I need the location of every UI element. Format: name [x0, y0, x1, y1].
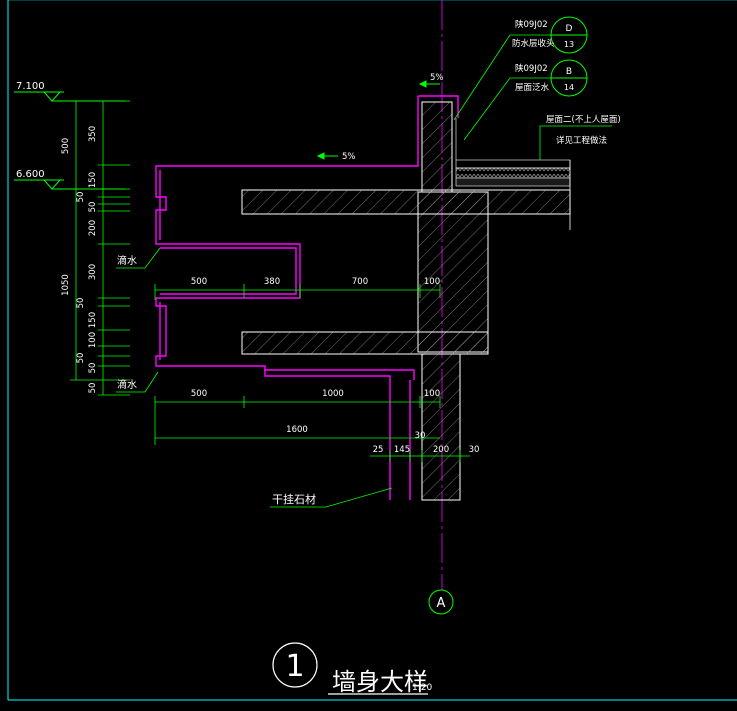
dim-b-30b: 30: [469, 445, 480, 455]
dim-b-30a: 30: [415, 431, 426, 441]
stone-label: 干挂石材: [272, 492, 316, 506]
callout-1-bottom: 13: [564, 40, 574, 49]
dim-overall-1600: 1600: [286, 425, 308, 435]
finish-outline: [155, 95, 459, 500]
title-number: 1: [285, 649, 304, 684]
dim-50c: 50: [76, 298, 86, 309]
slope-label-lower: 5%: [342, 152, 356, 162]
left-dimension-lines: [70, 100, 130, 396]
dim-50e: 50: [88, 363, 98, 374]
wall-detail-drawing: A 7.100 6.600 500 350 150 50 50 200 1050…: [7, 0, 737, 701]
dim-200: 200: [88, 220, 98, 236]
slope-label-upper: 5%: [430, 73, 444, 83]
axis-label: A: [437, 596, 446, 611]
dim-l-100: 100: [424, 389, 440, 399]
callout-1-text2: 防水层收头: [512, 38, 555, 49]
callout-2-bottom: 14: [564, 83, 574, 92]
dim-50f: 50: [88, 383, 98, 394]
bottom-cantilever-slab: [241, 331, 489, 355]
left-dimension-texts: 500 350 150 50 50 200 1050 300 50 150 10…: [61, 126, 98, 394]
dim-500: 500: [61, 138, 71, 154]
dim-h-380: 380: [264, 277, 280, 287]
dim-h-700: 700: [352, 277, 368, 287]
dim-l-1000: 1000: [322, 389, 344, 399]
dim-150b: 150: [88, 312, 98, 328]
callout-2-text1: 陕09J02: [515, 63, 548, 74]
title-scale: 1:20: [412, 683, 432, 693]
dim-50a: 50: [76, 192, 86, 203]
drip-label-lower: 滴水: [117, 378, 137, 391]
drip-label-upper: 滴水: [117, 254, 137, 267]
dim-300: 300: [88, 264, 98, 280]
dim-350: 350: [88, 126, 98, 142]
dim-b-25: 25: [373, 445, 384, 455]
dim-50d: 50: [76, 353, 86, 364]
callout-2-top: B: [566, 67, 572, 77]
dim-100: 100: [88, 332, 98, 348]
callout-1-top: D: [566, 24, 573, 34]
top-cantilever-slab: [241, 189, 571, 215]
callout-2-text2: 屋面泛水: [515, 82, 550, 93]
elevation-bottom: 6.600: [16, 169, 45, 180]
dim-50b: 50: [88, 202, 98, 213]
dim-b-200: 200: [433, 445, 449, 455]
column-concrete: [417, 191, 489, 353]
dim-h-500: 500: [191, 277, 207, 287]
elevation-top: 7.100: [16, 81, 45, 92]
callout-1-text1: 陕09J02: [515, 19, 548, 30]
dim-b-145: 145: [394, 445, 410, 455]
roof-note-2: 详见工程做法: [556, 135, 607, 146]
parapet-concrete: [421, 101, 453, 193]
dim-150: 150: [88, 172, 98, 188]
dim-1050: 1050: [61, 274, 71, 296]
drip-leaders: [116, 247, 161, 393]
dim-l-500: 500: [191, 389, 207, 399]
lower-wall: [421, 353, 461, 501]
roof-note-1: 屋面二(不上人屋面): [546, 115, 621, 125]
dim-h-100a: 100: [424, 277, 440, 287]
